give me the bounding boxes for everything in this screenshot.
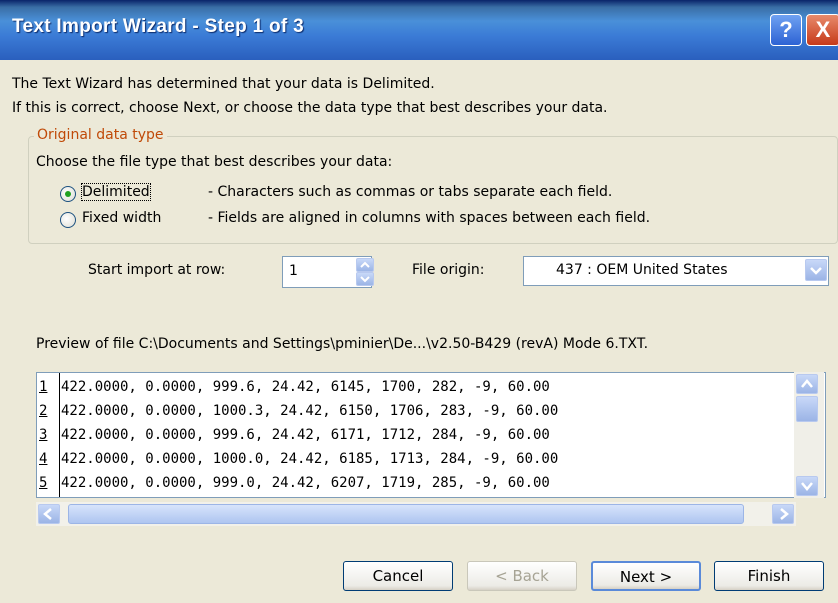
radio-selected-dot	[65, 191, 71, 197]
row-number: 5	[39, 475, 48, 491]
row-number: 2	[39, 403, 48, 419]
radio-fixed-width[interactable]	[60, 212, 76, 228]
row-text: 422.0000, 0.0000, 999.6, 24.42, 6145, 17…	[61, 379, 550, 395]
row-text: 422.0000, 0.0000, 999.6, 24.42, 6171, 17…	[61, 427, 550, 443]
row-text: 422.0000, 0.0000, 1000.0, 24.42, 6185, 1…	[61, 451, 559, 467]
group-legend: Original data type	[34, 127, 167, 143]
window-title: Text Import Wizard - Step 1 of 3	[12, 16, 304, 37]
next-button[interactable]: Next >	[591, 561, 701, 591]
scroll-right-icon[interactable]	[772, 504, 794, 524]
row-text: 422.0000, 0.0000, 999.0, 24.42, 6207, 17…	[61, 475, 550, 491]
radio-delimited-label[interactable]: Delimited	[81, 183, 151, 201]
preview-pane[interactable]: 1 422.0000, 0.0000, 999.6, 24.42, 6145, …	[36, 372, 826, 498]
row-number: 1	[39, 379, 48, 395]
radio-fixed-width-label[interactable]: Fixed width	[82, 210, 161, 226]
horizontal-scroll-thumb[interactable]	[68, 504, 744, 524]
delimited-description: - Characters such as commas or tabs sepa…	[208, 184, 613, 200]
horizontal-scrollbar[interactable]	[36, 502, 796, 526]
row-number-divider	[59, 373, 60, 497]
title-bar: Text Import Wizard - Step 1 of 3 ? X	[0, 0, 838, 60]
row-number: 3	[39, 427, 48, 443]
scroll-up-icon[interactable]	[796, 374, 818, 394]
spin-down-icon[interactable]	[356, 272, 374, 286]
finish-button[interactable]: Finish	[714, 561, 824, 591]
preview-caption: Preview of file C:\Documents and Setting…	[36, 336, 649, 352]
fixed-width-description: - Fields are aligned in columns with spa…	[208, 210, 651, 226]
intro-line-1: The Text Wizard has determined that your…	[12, 76, 435, 92]
dropdown-arrow-icon[interactable]	[805, 259, 827, 281]
file-origin-label: File origin:	[412, 262, 485, 278]
close-icon[interactable]: X	[806, 14, 838, 46]
back-button[interactable]: < Back	[467, 561, 577, 591]
start-row-label: Start import at row:	[88, 262, 226, 278]
scroll-left-icon[interactable]	[38, 504, 60, 524]
start-row-value: 1	[289, 263, 298, 279]
file-origin-select[interactable]: 437 : OEM United States	[523, 256, 829, 286]
spin-up-icon[interactable]	[356, 258, 374, 272]
row-text: 422.0000, 0.0000, 1000.3, 24.42, 6150, 1…	[61, 403, 559, 419]
vertical-scrollbar[interactable]	[794, 372, 824, 498]
row-number: 4	[39, 451, 48, 467]
file-origin-value: 437 : OEM United States	[556, 262, 728, 278]
help-icon[interactable]: ?	[770, 14, 802, 46]
file-type-prompt: Choose the file type that best describes…	[36, 154, 393, 170]
cancel-button[interactable]: Cancel	[343, 561, 453, 591]
scroll-down-icon[interactable]	[796, 476, 818, 496]
intro-line-2: If this is correct, choose Next, or choo…	[12, 100, 608, 116]
radio-delimited[interactable]	[60, 186, 76, 202]
vertical-scroll-thumb[interactable]	[796, 396, 818, 422]
